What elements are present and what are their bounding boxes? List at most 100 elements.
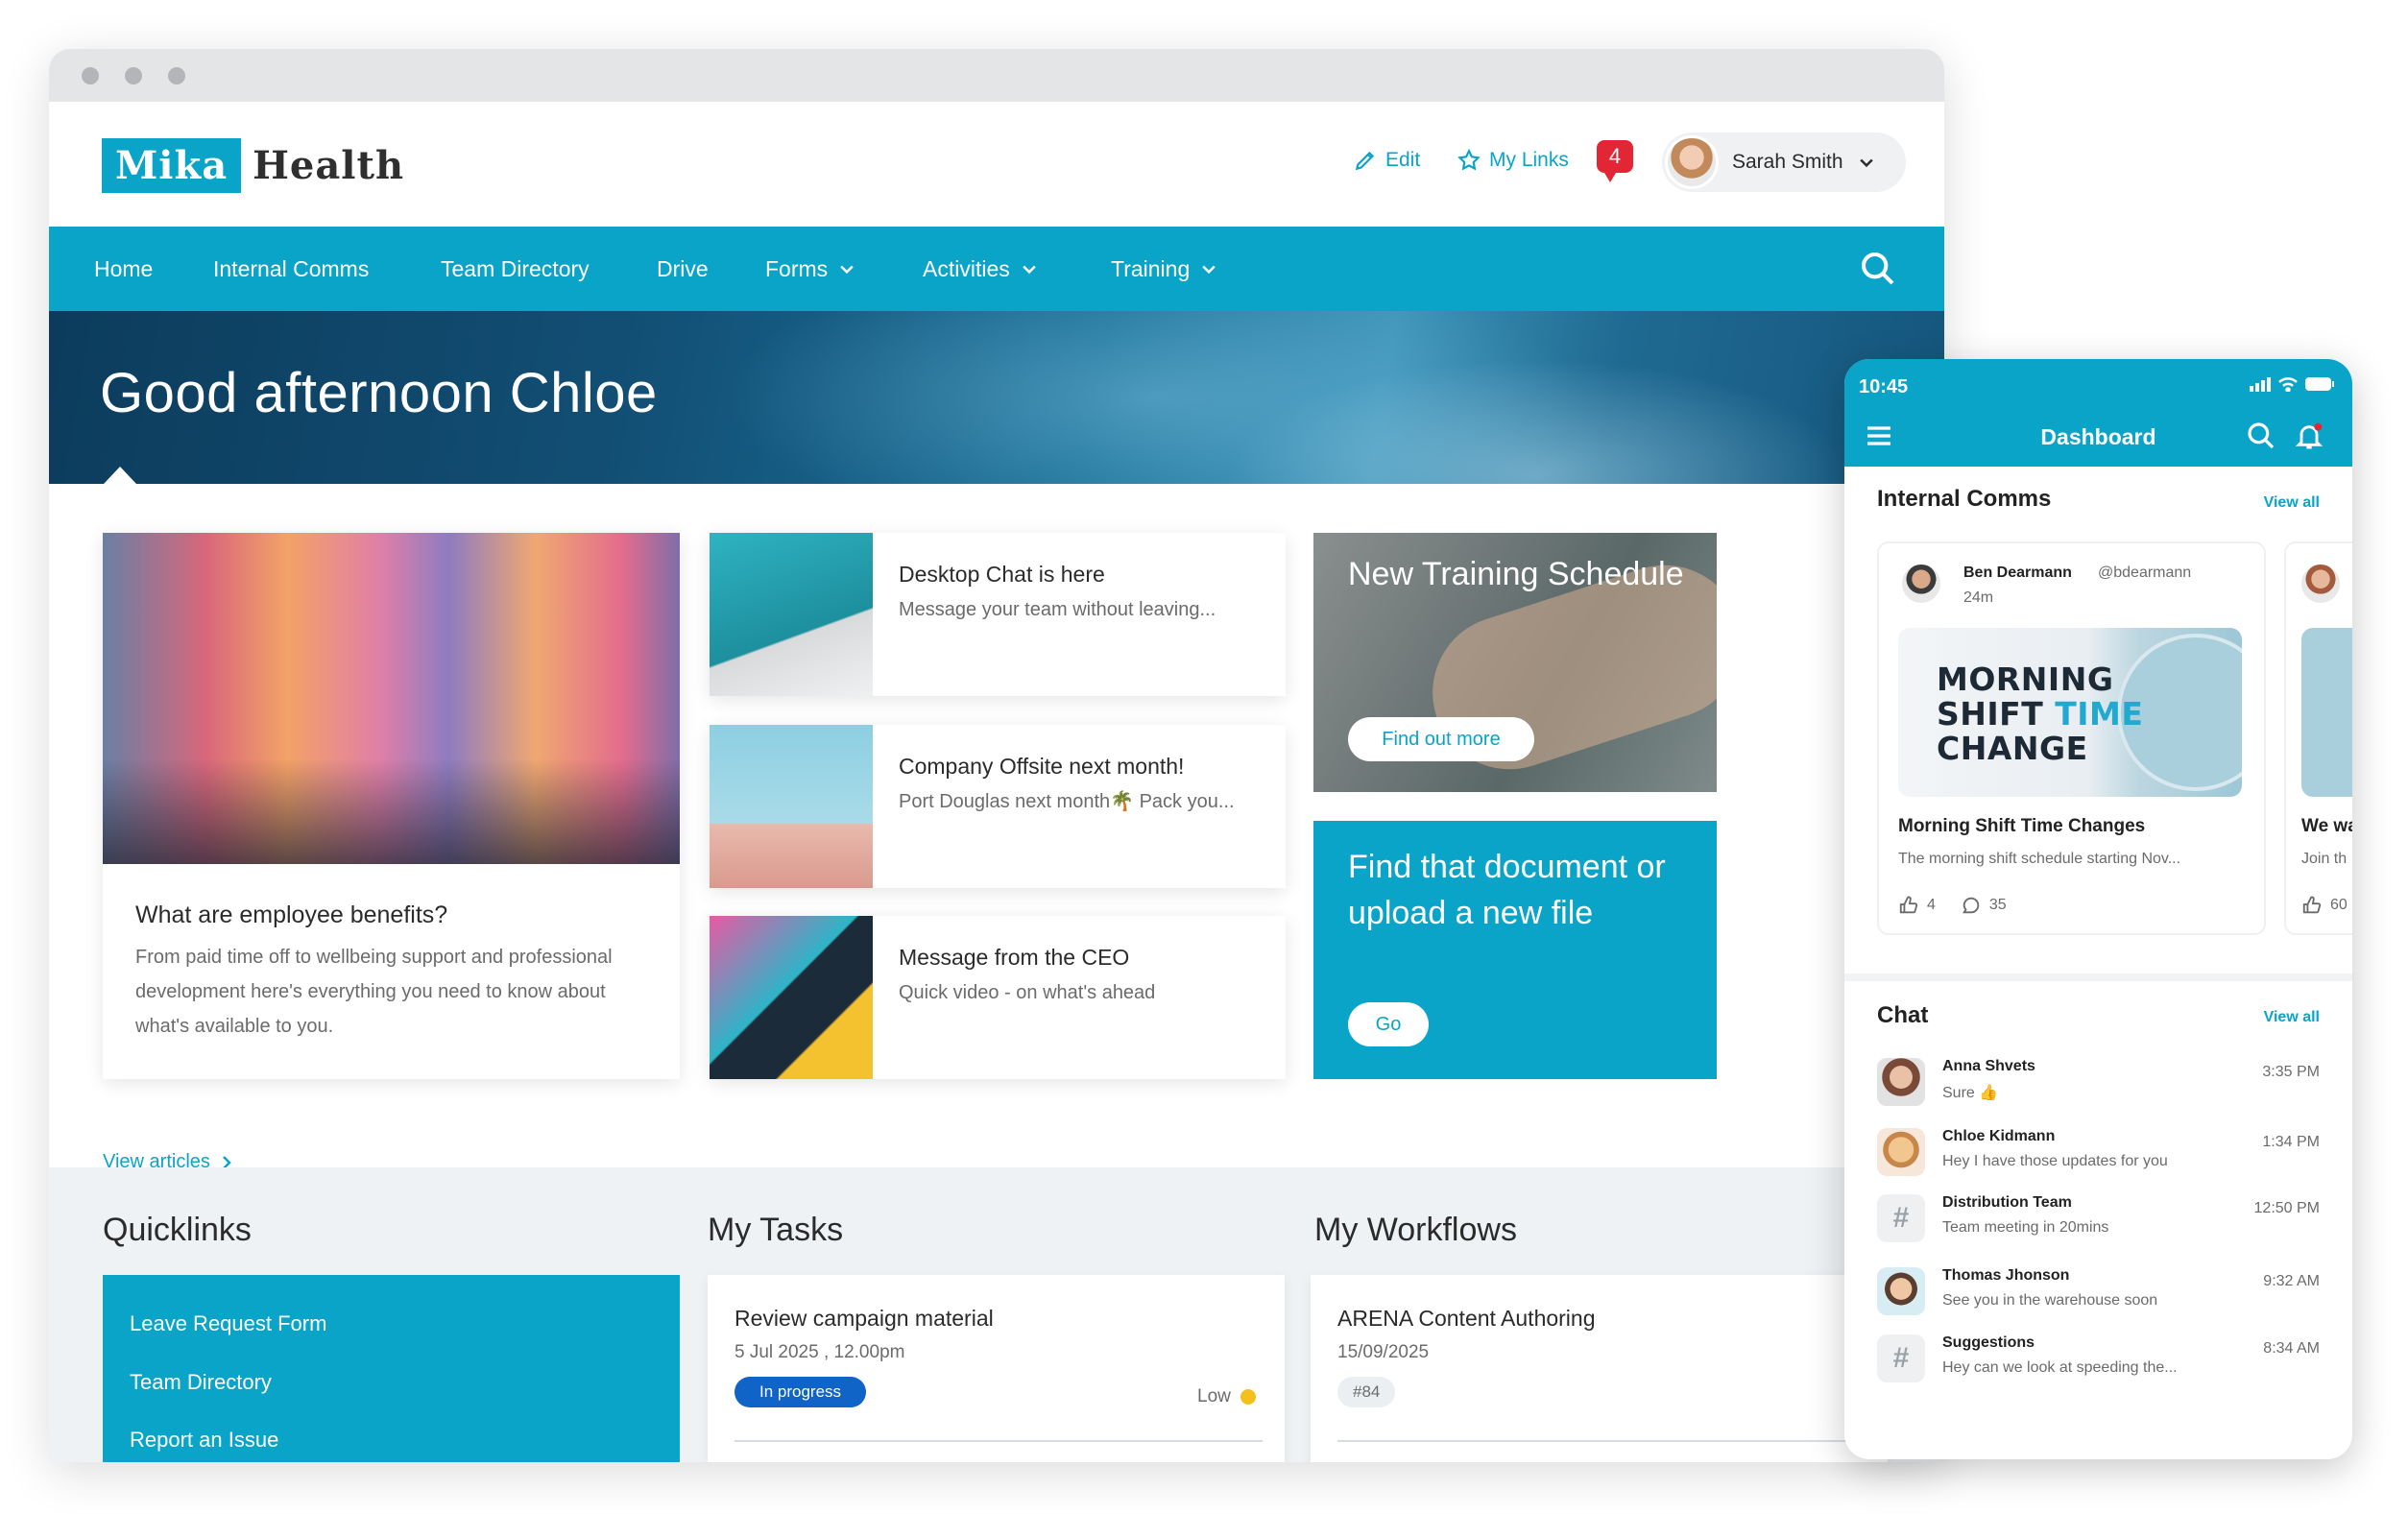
find-document-promo[interactable]: Find that document or upload a new file … xyxy=(1313,821,1717,1079)
notification-badge[interactable]: 4 xyxy=(1597,140,1633,182)
nav-internal-comms[interactable]: Internal Comms xyxy=(213,227,369,311)
chat-message: Hey can we look at speeding the... xyxy=(1942,1359,2178,1376)
hash-icon: # xyxy=(1877,1334,1925,1382)
comment-count: 35 xyxy=(1988,897,2007,913)
post-image-text: CHANGE xyxy=(1937,730,2088,767)
nav-activities[interactable]: Activities xyxy=(923,227,1039,311)
chevron-down-icon xyxy=(1859,158,1873,168)
wifi-icon xyxy=(2278,377,2298,392)
user-name: Sarah Smith xyxy=(1732,151,1843,173)
avatar xyxy=(1877,1058,1925,1106)
feature-article-card[interactable]: What are employee benefits? From paid ti… xyxy=(103,533,680,1079)
bell-icon[interactable] xyxy=(2294,421,2324,451)
mobile-header: 10:45 Dashboard xyxy=(1844,359,2352,467)
post-image-word: TIME xyxy=(2055,695,2144,733)
nav-drive[interactable]: Drive xyxy=(657,227,709,311)
divider xyxy=(734,1440,1263,1442)
news-sub: Quick video - on what's ahead xyxy=(899,982,1156,1003)
task-card[interactable]: Review campaign material 5 Jul 2025 , 12… xyxy=(708,1275,1285,1462)
post-image xyxy=(2301,628,2352,797)
workflow-title: ARENA Content Authoring xyxy=(1337,1306,1596,1331)
status-badge: In progress xyxy=(734,1377,867,1407)
avatar xyxy=(1902,565,1940,603)
chat-message: Sure 👍 xyxy=(1942,1085,1999,1101)
chevron-down-icon xyxy=(1202,265,1216,275)
comms-view-all-link[interactable]: View all xyxy=(2264,494,2320,512)
post-reactions: 4 35 xyxy=(1898,895,2007,916)
chat-item[interactable]: # Distribution Team Team meeting in 20mi… xyxy=(1877,1192,2320,1250)
edit-button[interactable]: Edit xyxy=(1353,148,1420,173)
training-title: New Training Schedule xyxy=(1348,556,1684,592)
news-thumbnail xyxy=(710,725,873,888)
chat-name: Chloe Kidmann xyxy=(1942,1128,2056,1144)
post-card[interactable]: We wa Join th 60 xyxy=(2284,541,2352,935)
post-title: Morning Shift Time Changes xyxy=(1898,816,2146,836)
post-title: We wa xyxy=(2301,816,2352,836)
workflow-date: 15/09/2025 xyxy=(1337,1342,1430,1362)
chat-name: Distribution Team xyxy=(1942,1194,2072,1211)
nav-label: Forms xyxy=(765,256,829,281)
signal-icon xyxy=(2250,377,2271,392)
my-workflows-heading: My Workflows xyxy=(1314,1212,1517,1248)
intranet-page: Mika Health Edit My Links 4 Sarah Smith … xyxy=(49,102,1944,1462)
finddoc-line: upload a new file xyxy=(1348,895,1594,931)
chat-time: 8:34 AM xyxy=(2263,1340,2320,1357)
nav-label: Training xyxy=(1111,256,1191,281)
find-out-more-button[interactable]: Find out more xyxy=(1348,717,1534,761)
window-dot[interactable] xyxy=(82,67,99,84)
logo[interactable]: Mika Health xyxy=(102,138,404,193)
chat-name: Suggestions xyxy=(1942,1334,2035,1351)
workflow-tag: #84 xyxy=(1337,1377,1396,1407)
news-card[interactable]: Message from the CEO Quick video - on wh… xyxy=(710,916,1286,1079)
go-button[interactable]: Go xyxy=(1348,1002,1429,1046)
window-dot[interactable] xyxy=(125,67,142,84)
like-count: 4 xyxy=(1927,897,1936,913)
user-menu[interactable]: Sarah Smith xyxy=(1662,132,1906,192)
news-title: Desktop Chat is here xyxy=(899,562,1105,587)
post-card[interactable]: Ben Dearmann @bdearmann 24m MORNING SHIF… xyxy=(1877,541,2266,935)
quicklink-item[interactable]: Report an Issue xyxy=(130,1428,278,1453)
search-icon[interactable] xyxy=(1859,250,1897,288)
finddoc-title: Find that document or upload a new file xyxy=(1348,844,1666,936)
divider xyxy=(1337,1440,1866,1442)
post-reactions: 60 xyxy=(2301,895,2348,916)
search-icon[interactable] xyxy=(2246,421,2276,451)
chat-item[interactable]: Thomas Jhonson See you in the warehouse … xyxy=(1877,1265,2320,1323)
chevron-down-icon xyxy=(1023,265,1036,275)
training-promo[interactable]: New Training Schedule Find out more xyxy=(1313,533,1717,792)
nav-forms[interactable]: Forms xyxy=(765,227,856,311)
quicklink-item[interactable]: Leave Request Form xyxy=(130,1311,326,1336)
window-dot[interactable] xyxy=(168,67,185,84)
edit-label: Edit xyxy=(1385,149,1421,171)
nav-training[interactable]: Training xyxy=(1111,227,1218,311)
post-handle: @bdearmann xyxy=(2098,565,2192,581)
post-author: Ben Dearmann xyxy=(1963,565,2072,581)
nav-team-directory[interactable]: Team Directory xyxy=(441,227,590,311)
main-nav: Home Internal Comms Team Directory Drive… xyxy=(49,227,1944,311)
comment-icon[interactable] xyxy=(1961,895,1982,916)
chat-item[interactable]: Anna Shvets Sure 👍 3:35 PM xyxy=(1877,1056,2320,1114)
news-title: Company Offsite next month! xyxy=(899,754,1185,779)
thumbs-up-icon[interactable] xyxy=(1898,895,1919,916)
thumbs-up-icon[interactable] xyxy=(2301,895,2323,916)
news-card[interactable]: Company Offsite next month! Port Douglas… xyxy=(710,725,1286,888)
chat-item[interactable]: # Suggestions Hey can we look at speedin… xyxy=(1877,1333,2320,1390)
nav-label: Internal Comms xyxy=(213,256,370,281)
news-card[interactable]: Desktop Chat is here Message your team w… xyxy=(710,533,1286,696)
nav-label: Home xyxy=(94,256,154,281)
my-links-button[interactable]: My Links xyxy=(1457,148,1569,173)
avatar xyxy=(2301,565,2340,603)
task-title: Review campaign material xyxy=(734,1306,994,1331)
status-icons xyxy=(2249,376,2335,392)
my-tasks-heading: My Tasks xyxy=(708,1212,844,1248)
feature-title: What are employee benefits? xyxy=(135,901,448,928)
quicklink-item[interactable]: Team Directory xyxy=(130,1370,272,1395)
chat-item[interactable]: Chloe Kidmann Hey I have those updates f… xyxy=(1877,1126,2320,1184)
greeting-heading: Good afternoon Chloe xyxy=(100,362,658,424)
chat-view-all-link[interactable]: View all xyxy=(2264,1009,2320,1026)
workflow-card[interactable]: ARENA Content Authoring 15/09/2025 #84 xyxy=(1311,1275,1888,1462)
post-image-text: MORNING xyxy=(1937,661,2114,698)
avatar xyxy=(1877,1267,1925,1315)
nav-home[interactable]: Home xyxy=(94,227,153,311)
like-count: 60 xyxy=(2330,897,2348,913)
